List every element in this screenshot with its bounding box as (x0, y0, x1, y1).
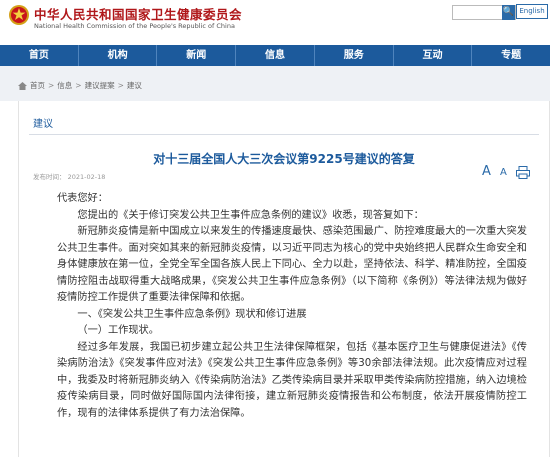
nav-item-organization[interactable]: 机构 (79, 45, 158, 66)
site-title[interactable]: 中华人民共和国国家卫生健康委员会 (34, 4, 242, 23)
font-size-small-button[interactable]: A (500, 167, 507, 178)
article-paragraph: 您提出的《关于修订突发公共卫生事件应急条例的建议》收悉，现答复如下： (77, 209, 424, 221)
site-subtitle: National Health Commission of the People… (34, 22, 235, 30)
section-tab[interactable]: 建议 (33, 115, 53, 130)
breadcrumb-information[interactable]: 信息 (57, 80, 72, 91)
article-subheading: （一）工作现状。 (77, 325, 159, 336)
article-body: 代表您好： 您提出的《关于修订突发公共卫生事件应急条例的建议》收悉，现答复如下：… (57, 191, 527, 422)
article-heading: 一、《突发公共卫生事件应急条例》现状和修订进展 (77, 308, 307, 320)
breadcrumb-separator: > (75, 81, 82, 90)
nav-item-information[interactable]: 信息 (236, 45, 315, 66)
nav-item-news[interactable]: 新闻 (157, 45, 237, 66)
nav-item-topics[interactable]: 专题 (472, 45, 550, 66)
print-icon[interactable] (516, 166, 530, 179)
nav-item-interaction[interactable]: 互动 (394, 45, 473, 66)
breadcrumb: 首页 > 信息 > 建议提案 > 建议 (18, 80, 142, 91)
breadcrumb-home[interactable]: 首页 (30, 80, 45, 91)
section-divider (29, 134, 539, 135)
article-paragraph: 新冠肺炎疫情是新中国成立以来发生的传播速度最快、感染范围最广、防控难度最大的一次… (57, 226, 527, 303)
breadcrumb-separator: > (48, 81, 55, 90)
search-button[interactable]: 🔍 (502, 5, 515, 20)
nav-item-services[interactable]: 服务 (315, 45, 394, 66)
page-title: 对十三届全国人大三次会议第9225号建议的答复 (153, 152, 415, 166)
publish-date: 发布时间： 2021-02-18 (33, 173, 106, 181)
home-icon (18, 81, 27, 90)
breadcrumb-bar: 首页 > 信息 > 建议提案 > 建议 (0, 66, 550, 101)
article-greeting: 代表您好： (57, 193, 108, 204)
main-nav: 首页 机构 新闻 信息 服务 互动 专题 (0, 45, 550, 66)
nav-item-home[interactable]: 首页 (0, 45, 79, 66)
english-link[interactable]: English (516, 4, 548, 19)
breadcrumb-proposals[interactable]: 建议提案 (85, 80, 115, 91)
article-paragraph: 经过多年发展，我国已初步建立起公共卫生法律保障框架，包括《基本医疗卫生与健康促进… (57, 341, 527, 419)
site-header: 中华人民共和国国家卫生健康委员会 National Health Commiss… (0, 0, 550, 45)
font-size-large-button[interactable]: A (482, 164, 491, 179)
national-emblem-icon[interactable] (8, 4, 30, 26)
breadcrumb-separator: > (117, 81, 124, 90)
content-panel: 建议 对十三届全国人大三次会议第9225号建议的答复 发布时间： 2021-02… (18, 101, 550, 457)
breadcrumb-suggestion[interactable]: 建议 (127, 80, 142, 91)
